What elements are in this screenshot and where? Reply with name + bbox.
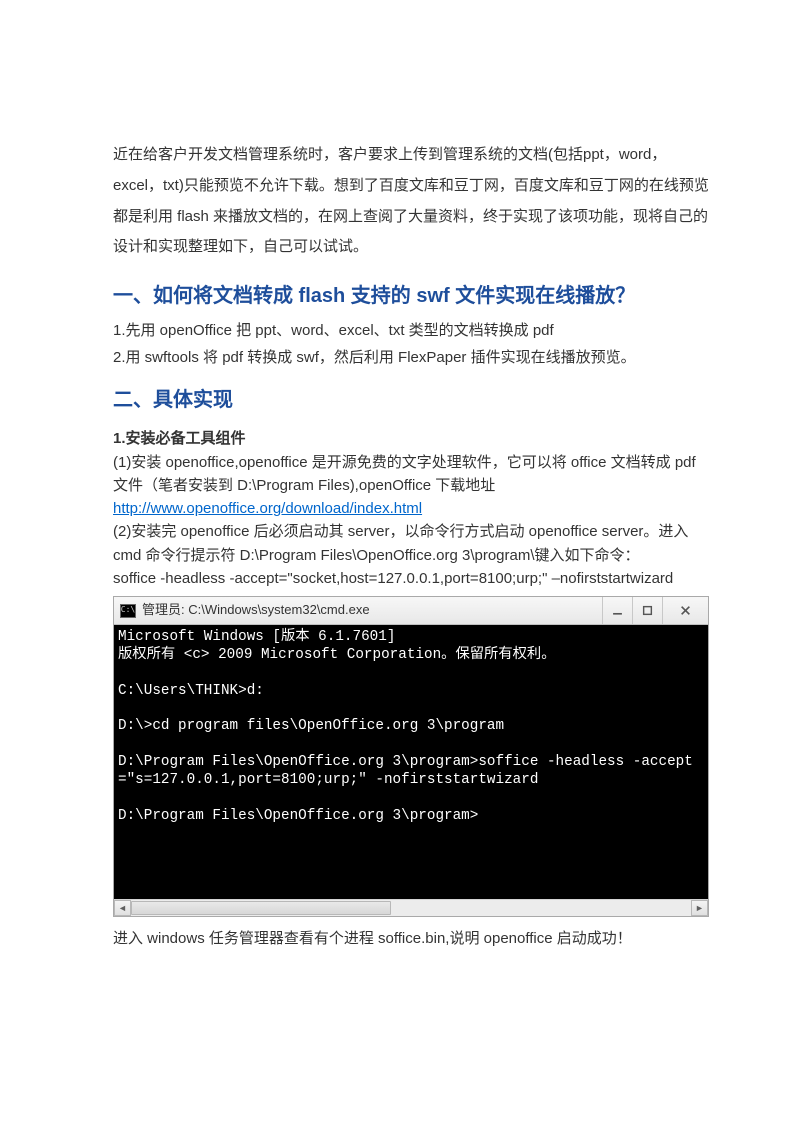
scroll-right-icon[interactable]: ► bbox=[691, 900, 708, 916]
paragraph-start-server: (2)安装完 openoffice 后必须启动其 server，以命令行方式启动… bbox=[113, 520, 710, 567]
scroll-thumb[interactable] bbox=[131, 901, 391, 915]
scroll-left-icon[interactable]: ◄ bbox=[114, 900, 131, 916]
section-1-heading: 一、如何将文档转成 flash 支持的 swf 文件实现在线播放？ bbox=[113, 281, 710, 311]
openoffice-download-link[interactable]: http://www.openoffice.org/download/index… bbox=[113, 500, 422, 517]
document-page: 近在给客户开发文档管理系统时，客户要求上传到管理系统的文档(包括ppt，word… bbox=[0, 0, 800, 1011]
intro-paragraph: 近在给客户开发文档管理系统时，客户要求上传到管理系统的文档(包括ppt，word… bbox=[113, 140, 710, 263]
minimize-button[interactable] bbox=[602, 597, 632, 624]
sub-heading-1: 1.安装必备工具组件 bbox=[113, 427, 710, 451]
scroll-track[interactable] bbox=[131, 900, 691, 916]
cmd-titlebar: C:\ 管理员: C:\Windows\system32\cmd.exe bbox=[114, 597, 708, 625]
step-1: 1.先用 openOffice 把 ppt、word、excel、txt 类型的… bbox=[113, 319, 710, 342]
close-button[interactable] bbox=[662, 597, 708, 624]
window-buttons bbox=[602, 597, 708, 624]
cmd-icon: C:\ bbox=[120, 604, 136, 618]
paragraph-install-openoffice: (1)安装 openoffice,openoffice 是开源免费的文字处理软件… bbox=[113, 451, 710, 498]
paragraph-verify-process: 进入 windows 任务管理器查看有个进程 soffice.bin,说明 op… bbox=[113, 927, 710, 951]
cmd-window: C:\ 管理员: C:\Windows\system32\cmd.exe Mic… bbox=[113, 596, 709, 917]
section-2-heading: 二、具体实现 bbox=[113, 380, 710, 421]
maximize-button[interactable] bbox=[632, 597, 662, 624]
step-2: 2.用 swftools 将 pdf 转换成 swf，然后利用 FlexPape… bbox=[113, 346, 710, 369]
cmd-body: Microsoft Windows [版本 6.1.7601] 版权所有 <c>… bbox=[114, 625, 708, 899]
command-text: soffice -headless -accept="socket,host=1… bbox=[113, 567, 710, 590]
cmd-title: 管理员: C:\Windows\system32\cmd.exe bbox=[142, 597, 602, 624]
cmd-scrollbar-horizontal[interactable]: ◄ ► bbox=[114, 899, 708, 916]
